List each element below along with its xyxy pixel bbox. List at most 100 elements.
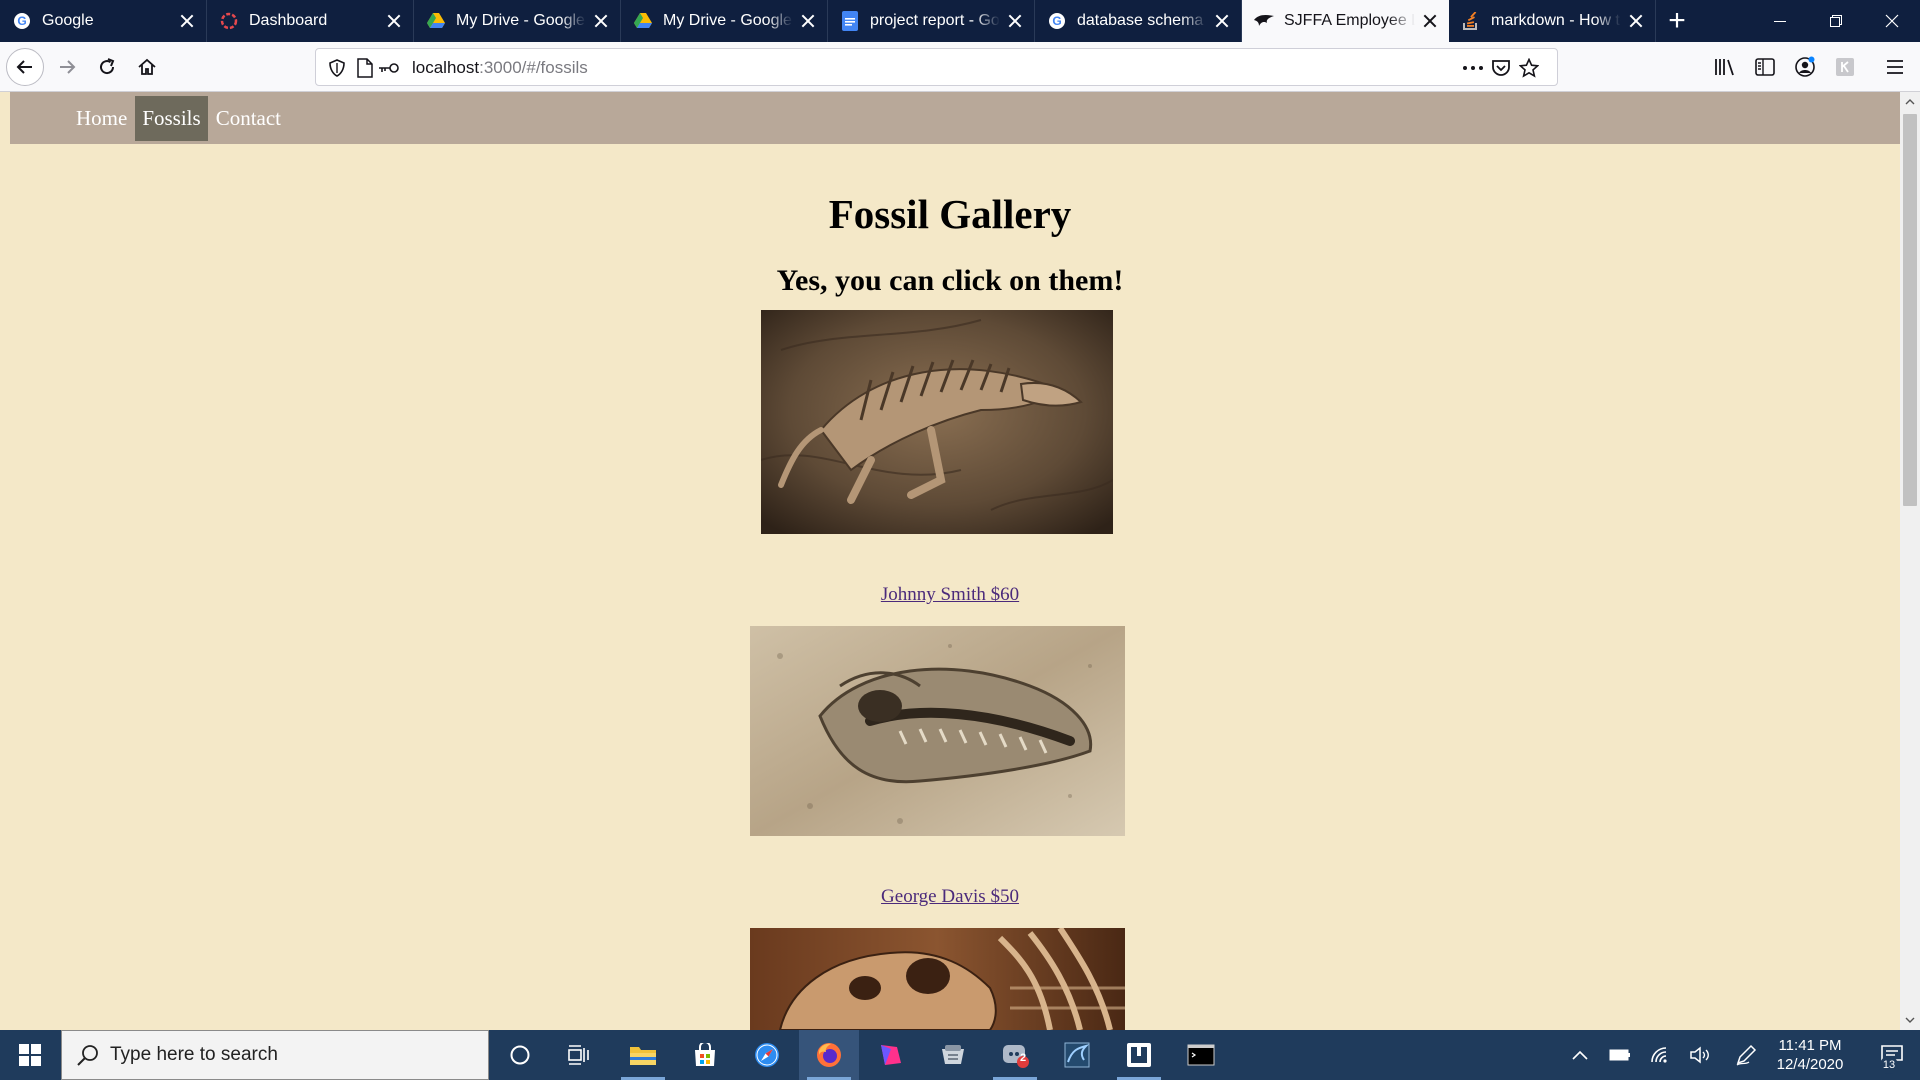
nav-link-home[interactable]: Home [69, 96, 134, 141]
close-icon[interactable] [799, 12, 817, 30]
shield-icon[interactable] [326, 57, 348, 79]
database-icon [942, 1045, 964, 1064]
reload-icon [100, 58, 115, 75]
close-icon[interactable] [1627, 12, 1645, 30]
new-tab-button[interactable]: + [1656, 0, 1698, 42]
sidebar-toggle-icon[interactable] [1750, 52, 1780, 82]
google-drive-icon [426, 11, 446, 31]
system-clock[interactable]: 11:41 PM 12/4/2020 [1760, 1036, 1860, 1074]
terminal-app-button[interactable] [1109, 1030, 1169, 1080]
start-button[interactable] [0, 1030, 60, 1080]
clock-time: 11:41 PM [1778, 1037, 1842, 1054]
notification-count-badge: 13 [1880, 1056, 1898, 1074]
tab-sjffa-employee-login[interactable]: SJFFA Employee Login [1242, 0, 1449, 42]
store-icon [695, 1043, 715, 1066]
wifi-icon[interactable] [1643, 1030, 1679, 1080]
battery-icon[interactable] [1602, 1030, 1638, 1080]
stackoverflow-icon [1461, 11, 1481, 31]
scroll-down-button[interactable] [1900, 1010, 1920, 1030]
database-app-button[interactable] [923, 1030, 983, 1080]
close-window-button[interactable] [1864, 0, 1920, 42]
tab-label: markdown - How to [1491, 12, 1621, 29]
browser-tab-strip: G Google Dashboard My Drive - Google Dri… [0, 0, 1920, 42]
jetbrains-icon [881, 1045, 901, 1065]
scroll-up-button[interactable] [1900, 92, 1920, 112]
firefox-button[interactable] [799, 1030, 859, 1080]
microsoft-store-button[interactable] [675, 1030, 735, 1080]
tab-label: SJFFA Employee Login [1284, 12, 1415, 29]
chevron-up-icon[interactable] [1562, 1030, 1598, 1080]
arrow-left-icon [16, 60, 32, 74]
menu-icon[interactable] [1880, 52, 1910, 82]
safari-button[interactable] [737, 1030, 797, 1080]
fossil-image-2[interactable] [750, 626, 1125, 836]
fossil-image-3[interactable] [750, 928, 1125, 1030]
close-icon[interactable] [592, 12, 610, 30]
close-icon[interactable] [1006, 12, 1024, 30]
address-bar[interactable]: localhost:3000/#/fossils [315, 48, 1558, 86]
back-button[interactable] [6, 48, 44, 86]
close-icon[interactable] [178, 12, 196, 30]
reload-button[interactable] [88, 48, 126, 86]
navigation-toolbar: localhost:3000/#/fossils [0, 42, 1920, 92]
fossil-link-1[interactable]: Johnny Smith $60 [0, 584, 1900, 606]
jetbrains-button[interactable] [861, 1030, 921, 1080]
tab-database-schema[interactable]: G database schema diagram [1035, 0, 1242, 42]
clock-date: 12/4/2020 [1776, 1056, 1844, 1073]
compass-icon [755, 1043, 779, 1067]
account-icon[interactable] [1790, 52, 1820, 82]
tab-label: Google [42, 12, 94, 29]
page-title: Fossil Gallery [828, 191, 1072, 237]
nav-link-fossils[interactable]: Fossils [135, 95, 208, 141]
mysql-workbench-button[interactable] [1047, 1030, 1107, 1080]
tab-my-drive-2[interactable]: My Drive - Google Drive [621, 0, 828, 42]
dashboard-icon [219, 11, 239, 31]
site-navbar: Home Fossils Contact [10, 92, 1900, 144]
page-subtitle: Yes, you can click on them! [776, 264, 1124, 297]
url-text[interactable]: localhost:3000/#/fossils [412, 58, 588, 78]
tab-google[interactable]: G Google [0, 0, 207, 42]
google-icon: G [1047, 11, 1067, 31]
tab-project-report[interactable]: project report - Google Docs [828, 0, 1035, 42]
tab-label: My Drive - Google Drive [456, 12, 586, 29]
task-view-button[interactable] [550, 1030, 610, 1080]
extension-icon[interactable] [1830, 52, 1860, 82]
home-button[interactable] [128, 48, 166, 86]
minimize-button[interactable] [1752, 0, 1808, 42]
bookmark-star-icon[interactable] [1518, 57, 1540, 79]
tab-label: project report - Google Docs [870, 12, 1000, 29]
volume-icon[interactable] [1682, 1030, 1718, 1080]
forward-button[interactable] [48, 48, 86, 86]
library-icon[interactable] [1710, 52, 1740, 82]
tab-dashboard[interactable]: Dashboard [207, 0, 414, 42]
fossil-image-1[interactable] [761, 310, 1113, 534]
restore-button[interactable] [1808, 0, 1864, 42]
taskbar-search-box[interactable]: Type here to search [61, 1030, 489, 1080]
close-icon[interactable] [385, 12, 403, 30]
cortana-button[interactable] [490, 1030, 550, 1080]
close-icon[interactable] [1421, 12, 1439, 30]
pen-icon[interactable] [1728, 1030, 1764, 1080]
tab-markdown[interactable]: markdown - How to [1449, 0, 1656, 42]
search-placeholder: Type here to search [110, 1044, 278, 1065]
fossil-link-2[interactable]: George Davis $50 [0, 886, 1900, 908]
tab-label: database schema diagram [1077, 12, 1207, 29]
nav-link-contact[interactable]: Contact [209, 96, 288, 141]
pocket-icon[interactable] [1490, 57, 1512, 79]
folder-icon [630, 1047, 656, 1065]
key-icon[interactable] [378, 57, 400, 79]
page-scrollbar[interactable] [1900, 92, 1920, 1030]
page-icon[interactable] [354, 57, 376, 79]
terminal-icon [1187, 1044, 1215, 1066]
more-actions-icon[interactable] [1462, 57, 1484, 79]
file-explorer-button[interactable] [613, 1030, 673, 1080]
tab-my-drive-1[interactable]: My Drive - Google Drive [414, 0, 621, 42]
command-prompt-button[interactable] [1171, 1030, 1231, 1080]
discord-button[interactable]: 2 [985, 1030, 1045, 1080]
scroll-thumb[interactable] [1903, 114, 1917, 506]
dolphin-icon [1064, 1042, 1090, 1068]
tab-label: Dashboard [249, 12, 328, 29]
search-icon [77, 1045, 98, 1066]
close-icon[interactable] [1213, 12, 1231, 30]
url-path: :3000/#/fossils [479, 58, 588, 77]
